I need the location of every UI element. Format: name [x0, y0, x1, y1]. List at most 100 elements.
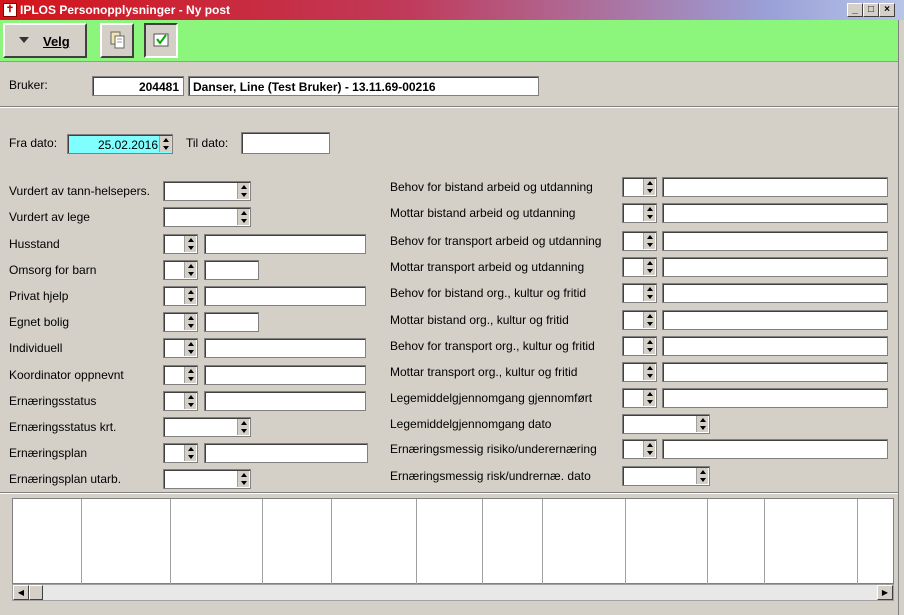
spin-arrows-icon[interactable]: [643, 259, 655, 275]
left-field-label: Egnet bolig: [9, 315, 70, 329]
right-field-label: Mottar transport arbeid og utdanning: [390, 260, 585, 274]
right-field-text[interactable]: [662, 177, 888, 197]
fra-dato-spinner[interactable]: [159, 136, 171, 152]
minimize-button[interactable]: _: [847, 3, 863, 17]
left-field-text[interactable]: [204, 338, 366, 358]
left-field-text[interactable]: [204, 365, 366, 385]
spin-arrows-icon[interactable]: [643, 233, 655, 249]
right-field-text[interactable]: [662, 310, 888, 330]
left-field-spinner[interactable]: [163, 286, 198, 306]
left-field-spinner[interactable]: [163, 469, 251, 489]
left-field-spinner[interactable]: [163, 181, 251, 201]
right-field-text[interactable]: [662, 257, 888, 277]
right-field-spinner[interactable]: [622, 466, 710, 486]
spin-arrows-icon[interactable]: [184, 236, 196, 252]
left-field-text[interactable]: [204, 391, 366, 411]
spin-arrows-icon[interactable]: [184, 340, 196, 356]
spin-arrows-icon[interactable]: [237, 471, 249, 487]
fra-dato-label: Fra dato:: [9, 136, 58, 150]
spin-arrows-icon[interactable]: [643, 312, 655, 328]
maximize-button[interactable]: □: [863, 3, 879, 17]
bruker-id-field[interactable]: 204481: [92, 76, 184, 96]
window-title: IPLOS Personopplysninger - Ny post: [20, 3, 231, 17]
right-field-spinner[interactable]: [622, 414, 710, 434]
bruker-name-field[interactable]: Danser, Line (Test Bruker) - 13.11.69-00…: [188, 76, 539, 96]
left-field-spinner[interactable]: [163, 391, 198, 411]
right-field-text[interactable]: [662, 362, 888, 382]
right-field-text[interactable]: [662, 439, 888, 459]
left-field-spinner[interactable]: [163, 234, 198, 254]
right-field-spinner[interactable]: [622, 310, 657, 330]
left-field-text[interactable]: [204, 260, 259, 280]
right-field-text[interactable]: [662, 336, 888, 356]
records-grid[interactable]: [12, 498, 894, 585]
left-field-label: Koordinator oppnevnt: [9, 368, 124, 382]
spin-arrows-icon[interactable]: [643, 205, 655, 221]
spin-arrows-icon[interactable]: [184, 445, 196, 461]
left-field-spinner[interactable]: [163, 443, 198, 463]
scroll-right-button[interactable]: ▶: [877, 585, 893, 600]
right-field-spinner[interactable]: [622, 388, 657, 408]
right-field-spinner[interactable]: [622, 283, 657, 303]
left-field-text[interactable]: [204, 286, 366, 306]
right-field-label: Mottar bistand arbeid og utdanning: [390, 206, 576, 220]
spin-arrows-icon[interactable]: [184, 393, 196, 409]
right-field-text[interactable]: [662, 283, 888, 303]
left-field-text[interactable]: [204, 312, 259, 332]
right-field-spinner[interactable]: [622, 257, 657, 277]
left-field-label: Husstand: [9, 237, 60, 251]
left-field-spinner[interactable]: [163, 365, 198, 385]
spin-arrows-icon[interactable]: [643, 285, 655, 301]
til-dato-field[interactable]: [241, 132, 330, 154]
scroll-left-button[interactable]: ◀: [13, 585, 29, 600]
spin-arrows-icon[interactable]: [696, 416, 708, 432]
grid-column: [625, 499, 626, 585]
right-field-label: Mottar transport org., kultur og fritid: [390, 365, 578, 379]
spin-arrows-icon[interactable]: [184, 262, 196, 278]
spin-arrows-icon[interactable]: [643, 338, 655, 354]
spin-arrows-icon[interactable]: [237, 419, 249, 435]
horizontal-scrollbar[interactable]: ◀ ▶: [12, 584, 894, 601]
grid-column: [542, 499, 543, 585]
left-field-spinner[interactable]: [163, 260, 198, 280]
dropdown-arrow-icon: [19, 37, 29, 43]
right-field-spinner[interactable]: [622, 231, 657, 251]
left-field-label: Ernæringsstatus krt.: [9, 420, 117, 434]
separator: [0, 492, 900, 494]
spin-arrows-icon[interactable]: [643, 179, 655, 195]
right-field-spinner[interactable]: [622, 336, 657, 356]
spin-arrows-icon[interactable]: [184, 367, 196, 383]
grid-column: [707, 499, 708, 585]
copy-button[interactable]: [100, 23, 134, 58]
left-field-spinner[interactable]: [163, 207, 251, 227]
right-field-spinner[interactable]: [622, 177, 657, 197]
right-field-spinner[interactable]: [622, 203, 657, 223]
left-field-spinner[interactable]: [163, 417, 251, 437]
left-field-text[interactable]: [204, 234, 366, 254]
spin-arrows-icon[interactable]: [643, 364, 655, 380]
spin-arrows-icon[interactable]: [184, 314, 196, 330]
velg-button[interactable]: Velg: [3, 23, 87, 58]
right-field-text[interactable]: [662, 203, 888, 223]
approve-button[interactable]: [144, 23, 178, 58]
left-field-text[interactable]: [204, 443, 368, 463]
title-bar: ✝ IPLOS Personopplysninger - Ny post _ □…: [0, 0, 904, 20]
right-field-text[interactable]: [662, 231, 888, 251]
right-field-spinner[interactable]: [622, 362, 657, 382]
spin-arrows-icon[interactable]: [237, 183, 249, 199]
right-field-spinner[interactable]: [622, 439, 657, 459]
close-button[interactable]: ×: [879, 3, 895, 17]
left-field-spinner[interactable]: [163, 312, 198, 332]
bruker-label: Bruker:: [9, 78, 48, 92]
spin-arrows-icon[interactable]: [237, 209, 249, 225]
separator: [0, 106, 900, 108]
right-field-text[interactable]: [662, 388, 888, 408]
spin-arrows-icon[interactable]: [643, 441, 655, 457]
left-field-spinner[interactable]: [163, 338, 198, 358]
scroll-thumb[interactable]: [29, 585, 43, 600]
right-field-label: Mottar bistand org., kultur og fritid: [390, 313, 569, 327]
fra-dato-field[interactable]: 25.02.2016: [67, 134, 173, 154]
spin-arrows-icon[interactable]: [696, 468, 708, 484]
spin-arrows-icon[interactable]: [643, 390, 655, 406]
spin-arrows-icon[interactable]: [184, 288, 196, 304]
